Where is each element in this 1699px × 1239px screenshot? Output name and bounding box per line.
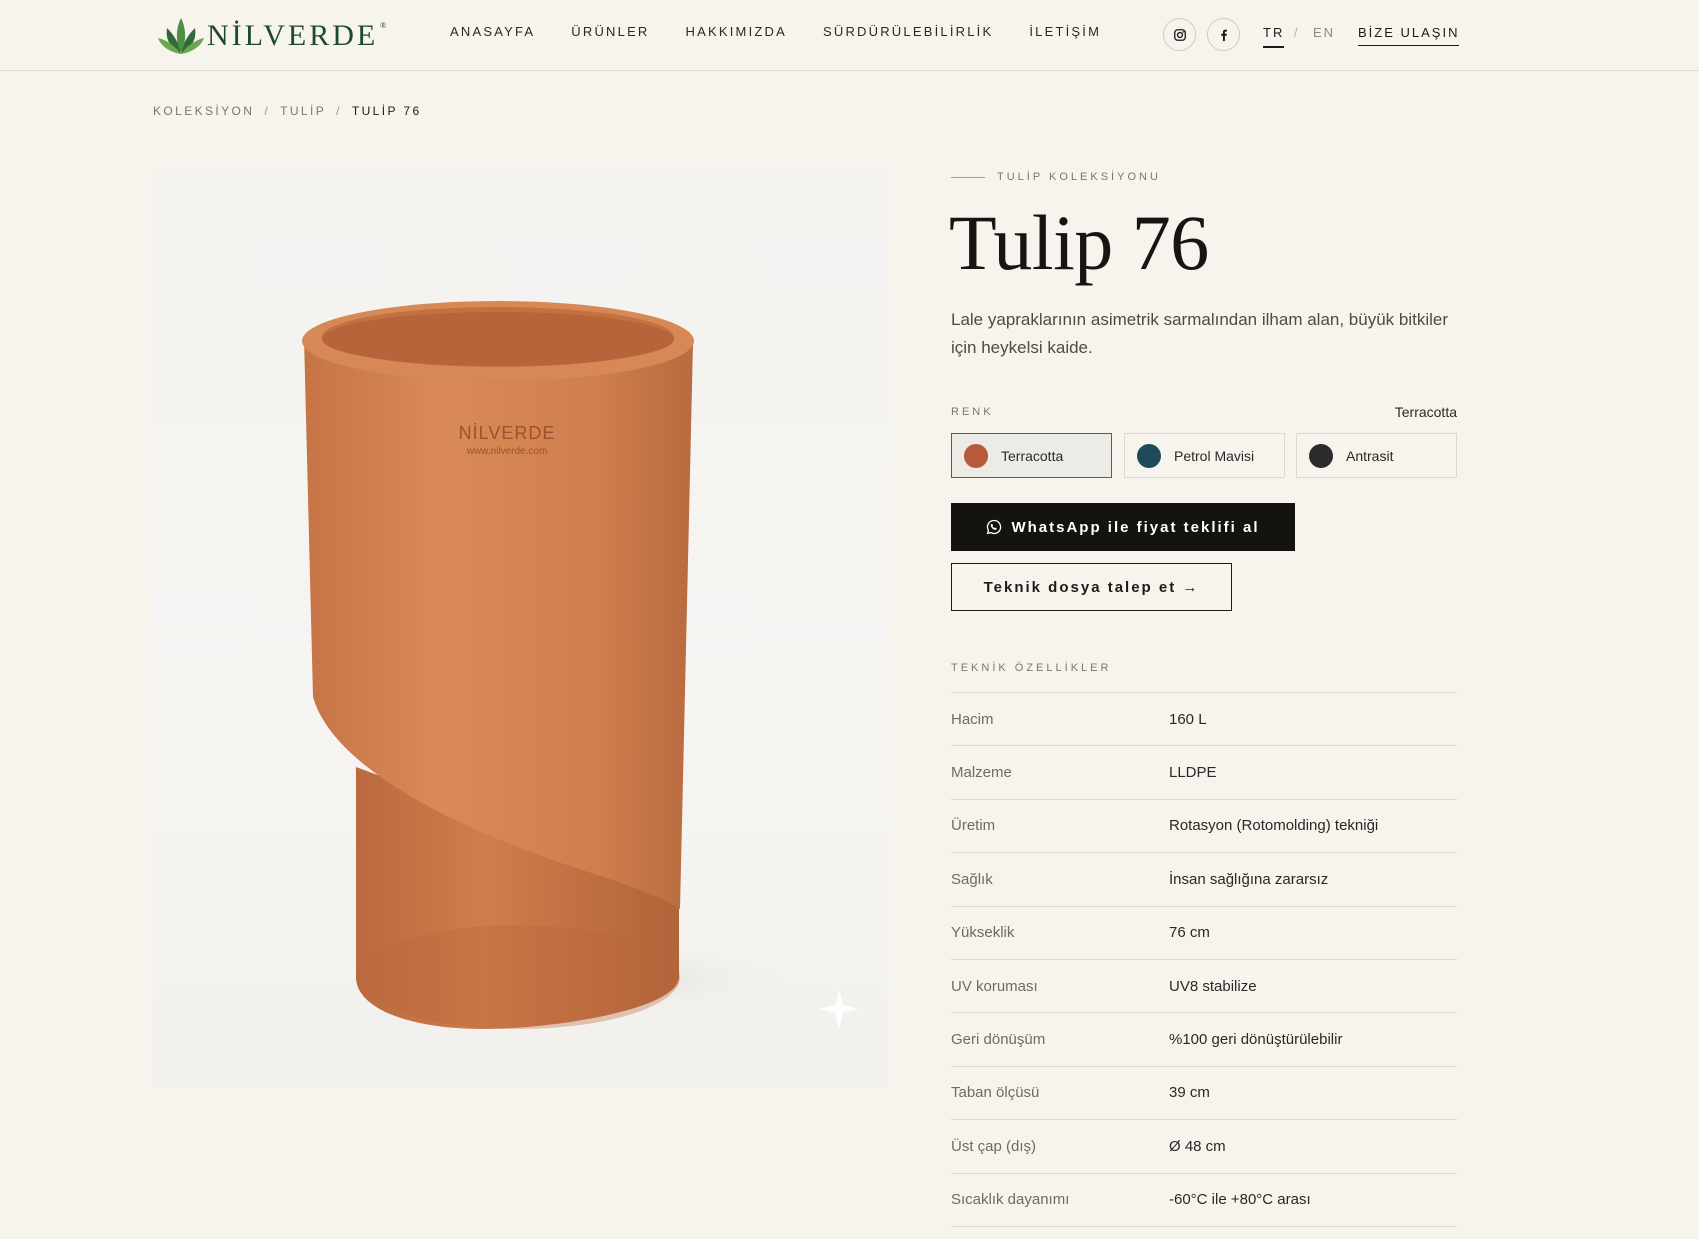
color-swatch-petrol[interactable]: Petrol Mavisi bbox=[1124, 433, 1285, 478]
spec-value: 160 L bbox=[1169, 710, 1207, 728]
main-nav: ANASAYFA ÜRÜNLER HAKKIMIZDA SÜRDÜRÜLEBİL… bbox=[450, 24, 1137, 39]
color-swatch-terracotta[interactable]: Terracotta bbox=[951, 433, 1112, 478]
lang-tr-link[interactable]: TR bbox=[1263, 25, 1285, 48]
site-header: NİLVERDE ® ANASAYFA ÜRÜNLER HAKKIMIZDA SÜ… bbox=[0, 0, 1699, 71]
spec-key: Üst çap (dış) bbox=[951, 1137, 1037, 1155]
spec-row: Malzeme LLDPE bbox=[951, 746, 1457, 800]
specs-table: Hacim 160 L Malzeme LLDPE Üretim Rotasyo… bbox=[951, 692, 1457, 1227]
spec-value: -60°C ile +80°C arası bbox=[1169, 1191, 1311, 1209]
svg-text:NİLVERDE: NİLVERDE bbox=[459, 423, 556, 443]
collection-label: TULİP KOLEKSİYONU bbox=[997, 171, 1161, 183]
spec-value: UV8 stabilize bbox=[1169, 977, 1257, 995]
spec-key: Yükseklik bbox=[951, 924, 1015, 942]
whatsapp-quote-button[interactable]: WhatsApp ile fiyat teklifi al bbox=[951, 503, 1295, 551]
nav-item-about[interactable]: HAKKIMIZDA bbox=[686, 24, 787, 39]
product-title: Tulip 76 bbox=[949, 199, 1209, 286]
nav-item-products[interactable]: ÜRÜNLER bbox=[571, 24, 649, 39]
spec-row: UV koruması UV8 stabilize bbox=[951, 960, 1457, 1014]
spec-value: LLDPE bbox=[1169, 764, 1217, 782]
spec-row: Sağlık İnsan sağlığına zararsız bbox=[951, 853, 1457, 907]
pot-brand-mark: NİLVERDE www.nilverde.com bbox=[459, 423, 556, 457]
color-dot bbox=[964, 443, 988, 468]
breadcrumb-current: TULİP 76 bbox=[351, 104, 422, 118]
spec-value: 76 cm bbox=[1169, 924, 1210, 942]
facebook-button[interactable] bbox=[1207, 18, 1240, 51]
specs-label: TEKNİK ÖZELLİKLER bbox=[951, 662, 1112, 674]
spec-key: Taban ölçüsü bbox=[951, 1084, 1040, 1102]
instagram-button[interactable] bbox=[1163, 18, 1196, 51]
breadcrumb: KOLEKSİYON / TULİP / TULİP 76 bbox=[153, 104, 422, 118]
spec-value: Rotasyon (Rotomolding) tekniği bbox=[1169, 817, 1379, 835]
facebook-icon bbox=[1220, 29, 1227, 41]
instagram-icon bbox=[1173, 28, 1186, 41]
spec-row: Üst çap (dış) Ø 48 cm bbox=[951, 1120, 1457, 1174]
nav-item-contact[interactable]: İLETİŞİM bbox=[1029, 24, 1101, 39]
color-label: RENK bbox=[951, 406, 994, 418]
spec-row: Sıcaklık dayanımı -60°C ile +80°C arası bbox=[951, 1174, 1457, 1227]
nav-item-sustainability[interactable]: SÜRDÜRÜLEBİLİRLİK bbox=[823, 24, 993, 39]
spec-value: Ø 48 cm bbox=[1169, 1137, 1226, 1155]
selected-color-name: Terracotta bbox=[1394, 404, 1457, 420]
spec-row: Geri dönüşüm %100 geri dönüştürülebilir bbox=[951, 1013, 1457, 1067]
spec-key: Üretim bbox=[951, 817, 996, 835]
product-image: NİLVERDE www.nilverde.com bbox=[153, 167, 887, 1087]
collection-eyebrow: TULİP KOLEKSİYONU bbox=[951, 171, 1161, 183]
spec-value: 39 cm bbox=[1169, 1084, 1210, 1102]
breadcrumb-tulip[interactable]: TULİP bbox=[280, 104, 326, 118]
spec-key: UV koruması bbox=[951, 977, 1038, 995]
spec-row: Hacim 160 L bbox=[951, 693, 1457, 747]
spec-key: Hacim bbox=[951, 710, 994, 728]
color-dot bbox=[1309, 443, 1333, 468]
breadcrumb-separator: / bbox=[264, 104, 271, 118]
swatch-label: Terracotta bbox=[1001, 447, 1064, 464]
whatsapp-button-label: WhatsApp ile fiyat teklifi al bbox=[1011, 518, 1260, 536]
svg-text:www.nilverde.com: www.nilverde.com bbox=[466, 446, 548, 457]
tech-file-request-button[interactable]: Teknik dosya talep et → bbox=[951, 563, 1232, 611]
spec-row: Taban ölçüsü 39 cm bbox=[951, 1067, 1457, 1121]
spec-key: Malzeme bbox=[951, 764, 1012, 782]
sparkle-icon bbox=[819, 989, 859, 1029]
spec-key: Sıcaklık dayanımı bbox=[951, 1191, 1070, 1209]
spec-key: Geri dönüşüm bbox=[951, 1031, 1046, 1049]
breadcrumb-separator: / bbox=[336, 104, 342, 118]
lang-en-link[interactable]: EN bbox=[1313, 25, 1335, 40]
leaf-logo-icon bbox=[158, 18, 204, 54]
nav-item-home[interactable]: ANASAYFA bbox=[450, 24, 535, 39]
breadcrumb-collection[interactable]: KOLEKSİYON bbox=[153, 104, 254, 118]
contact-us-link[interactable]: BİZE ULAŞIN bbox=[1358, 25, 1460, 46]
product-description: Lale yapraklarının asimetrik sarmalından… bbox=[951, 310, 1449, 357]
spec-key: Sağlık bbox=[951, 870, 993, 888]
eyebrow-line bbox=[951, 176, 985, 178]
spec-row: Üretim Rotasyon (Rotomolding) tekniği bbox=[951, 800, 1457, 854]
lang-separator: / bbox=[1294, 25, 1300, 40]
tulip-pot-illustration: NİLVERDE www.nilverde.com bbox=[302, 301, 859, 1029]
brand-wordmark: NİLVERDE ® bbox=[207, 19, 387, 52]
spec-row: Yükseklik 76 cm bbox=[951, 907, 1457, 960]
color-swatch-anthracite[interactable]: Antrasit bbox=[1296, 433, 1457, 478]
spec-value: İnsan sağlığına zararsız bbox=[1169, 870, 1329, 888]
color-dot bbox=[1137, 443, 1161, 468]
swatch-label: Antrasit bbox=[1346, 447, 1394, 464]
brand-logo[interactable]: NİLVERDE ® bbox=[157, 14, 387, 56]
swatch-label: Petrol Mavisi bbox=[1174, 447, 1255, 464]
spec-value: %100 geri dönüştürülebilir bbox=[1169, 1031, 1343, 1049]
whatsapp-icon bbox=[987, 519, 1002, 535]
